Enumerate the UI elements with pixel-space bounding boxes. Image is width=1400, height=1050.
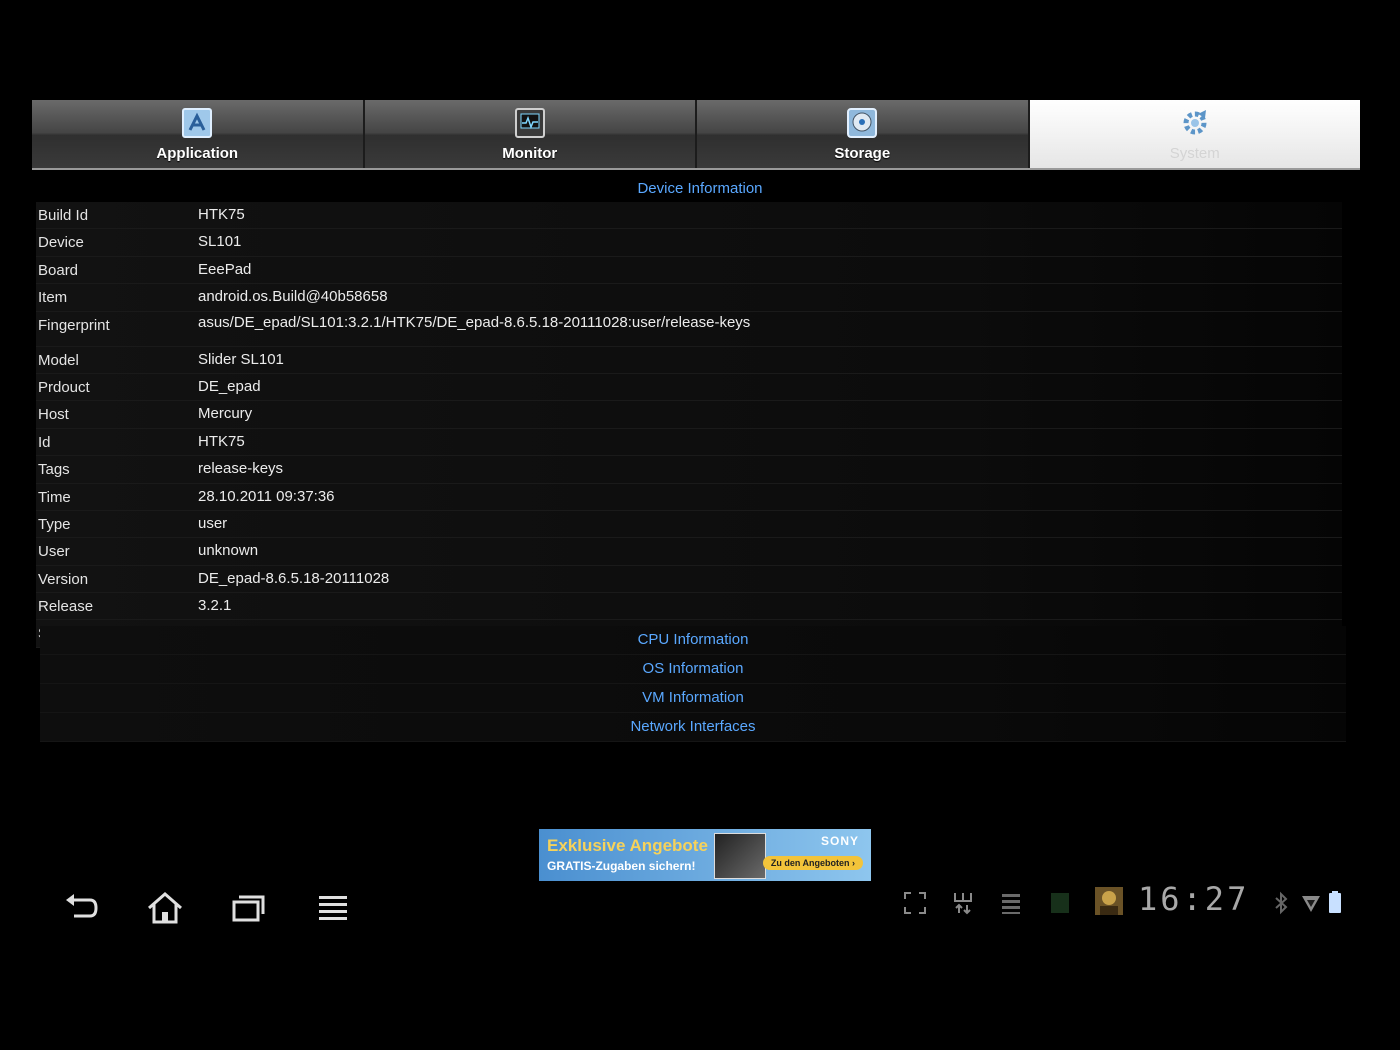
ad-subline: GRATIS-Zugaben sichern! (547, 859, 696, 873)
usb-debug-icon (954, 893, 972, 915)
table-row: Model Slider SL101 (36, 346, 1342, 374)
tab-storage-label: Storage (834, 145, 891, 162)
row-value: SL101 (198, 233, 242, 251)
table-row: Time 28.10.2011 09:37:36 (36, 483, 1342, 511)
home-icon[interactable] (145, 890, 185, 926)
table-row: Item android.os.Build@40b58658 (36, 284, 1342, 312)
device-information-title[interactable]: Device Information (40, 180, 1360, 197)
table-row: Board EeePad (36, 256, 1342, 285)
table-row: Version DE_epad-8.6.5.18-20111028 (36, 565, 1342, 594)
table-row: Device SL101 (36, 229, 1342, 257)
ad-headline: Exklusive Angebote (547, 836, 708, 855)
storage-icon (847, 108, 878, 138)
row-value: HTK75 (198, 206, 245, 223)
back-icon[interactable] (62, 890, 102, 926)
avatar-notification-icon (1095, 887, 1123, 915)
battery-icon (1329, 891, 1341, 913)
row-key: Item (38, 289, 68, 307)
ad-product-image (714, 833, 766, 879)
ad-brand: SONY (820, 834, 859, 848)
wifi-icon (1302, 896, 1320, 912)
system-icon (1183, 110, 1207, 135)
row-key: Time (38, 488, 71, 506)
tab-application-label: Application (156, 145, 239, 162)
row-key: Type (38, 515, 71, 533)
row-key: Fingerprint (38, 316, 110, 334)
row-key: Release (38, 598, 94, 616)
tab-application[interactable]: Application (32, 100, 365, 168)
vm-information-link[interactable]: VM Information (40, 684, 1346, 713)
table-row: Host Mercury (36, 401, 1342, 429)
row-value: asus/DE_epad/SL101:3.2.1/HTK75/DE_epad-8… (198, 313, 751, 331)
table-row: Release 3.2.1 (36, 593, 1342, 621)
row-key: Board (38, 261, 79, 279)
table-row: Id HTK75 (36, 428, 1342, 457)
recent-apps-icon[interactable] (228, 890, 268, 926)
application-icon (182, 108, 213, 138)
tab-storage[interactable]: Storage (697, 100, 1030, 168)
status-clock[interactable]: 16:27 (1138, 880, 1249, 918)
device-info-table: Build Id HTK75 Device SL101 Board EeePad It… (36, 202, 1342, 648)
row-value: DE_epad-8.6.5.18-20111028 (198, 569, 390, 587)
row-value: 28.10.2011 09:37:36 (198, 487, 335, 505)
os-information-link[interactable]: OS Information (40, 655, 1346, 684)
table-row: Build Id HTK75 (36, 202, 1342, 230)
bluetooth-icon (1275, 891, 1288, 915)
screen-compat-icon[interactable] (902, 890, 928, 916)
tab-bar: Application Monitor Storage System (32, 100, 1360, 168)
row-value: EeePad (198, 260, 252, 278)
row-key: User (38, 543, 70, 561)
section-list: CPU Information OS Information VM Inform… (40, 626, 1346, 742)
row-value: unknown (198, 542, 259, 560)
row-value: Slider SL101 (198, 350, 284, 368)
app-notification-icon (1051, 893, 1069, 913)
tab-system[interactable]: System (1029, 100, 1360, 168)
tab-monitor[interactable]: Monitor (364, 100, 697, 168)
tab-monitor-label: Monitor (502, 145, 558, 162)
table-row: Fingerprint asus/DE_epad/SL101:3.2.1/HTK7… (36, 311, 1342, 347)
table-row: Type user (36, 510, 1342, 539)
row-key: Version (38, 570, 89, 588)
row-value: 3.2.1 (198, 597, 232, 615)
cpu-information-link[interactable]: CPU Information (40, 626, 1346, 655)
monitor-icon (514, 108, 545, 138)
ad-cta-button[interactable]: Zu den Angeboten › (762, 856, 863, 870)
notification-list-icon (1002, 894, 1020, 914)
table-row: Prdouct DE_epad (36, 373, 1342, 402)
row-value: android.os.Build@40b58658 (198, 288, 388, 306)
row-value: release-keys (198, 460, 284, 478)
row-value: user (198, 514, 228, 532)
row-key: Host (38, 406, 69, 424)
row-value: Mercury (198, 405, 253, 423)
row-key: Model (38, 351, 79, 369)
row-value: DE_epad (198, 377, 261, 395)
row-key: Build Id (38, 207, 89, 224)
network-interfaces-link[interactable]: Network Interfaces (40, 713, 1346, 742)
row-key: Id (38, 433, 51, 451)
ad-banner[interactable]: Exklusive Angebote GRATIS-Zugaben sicher… (539, 829, 871, 881)
row-key: Device (38, 234, 84, 252)
menu-icon[interactable] (313, 890, 353, 926)
table-row: User unknown (36, 538, 1342, 566)
row-key: Tags (38, 461, 70, 479)
row-value: HTK75 (198, 432, 245, 450)
tab-system-label: System (1169, 145, 1220, 162)
row-key: Prdouct (38, 378, 90, 396)
table-row: Tags release-keys (36, 456, 1342, 484)
